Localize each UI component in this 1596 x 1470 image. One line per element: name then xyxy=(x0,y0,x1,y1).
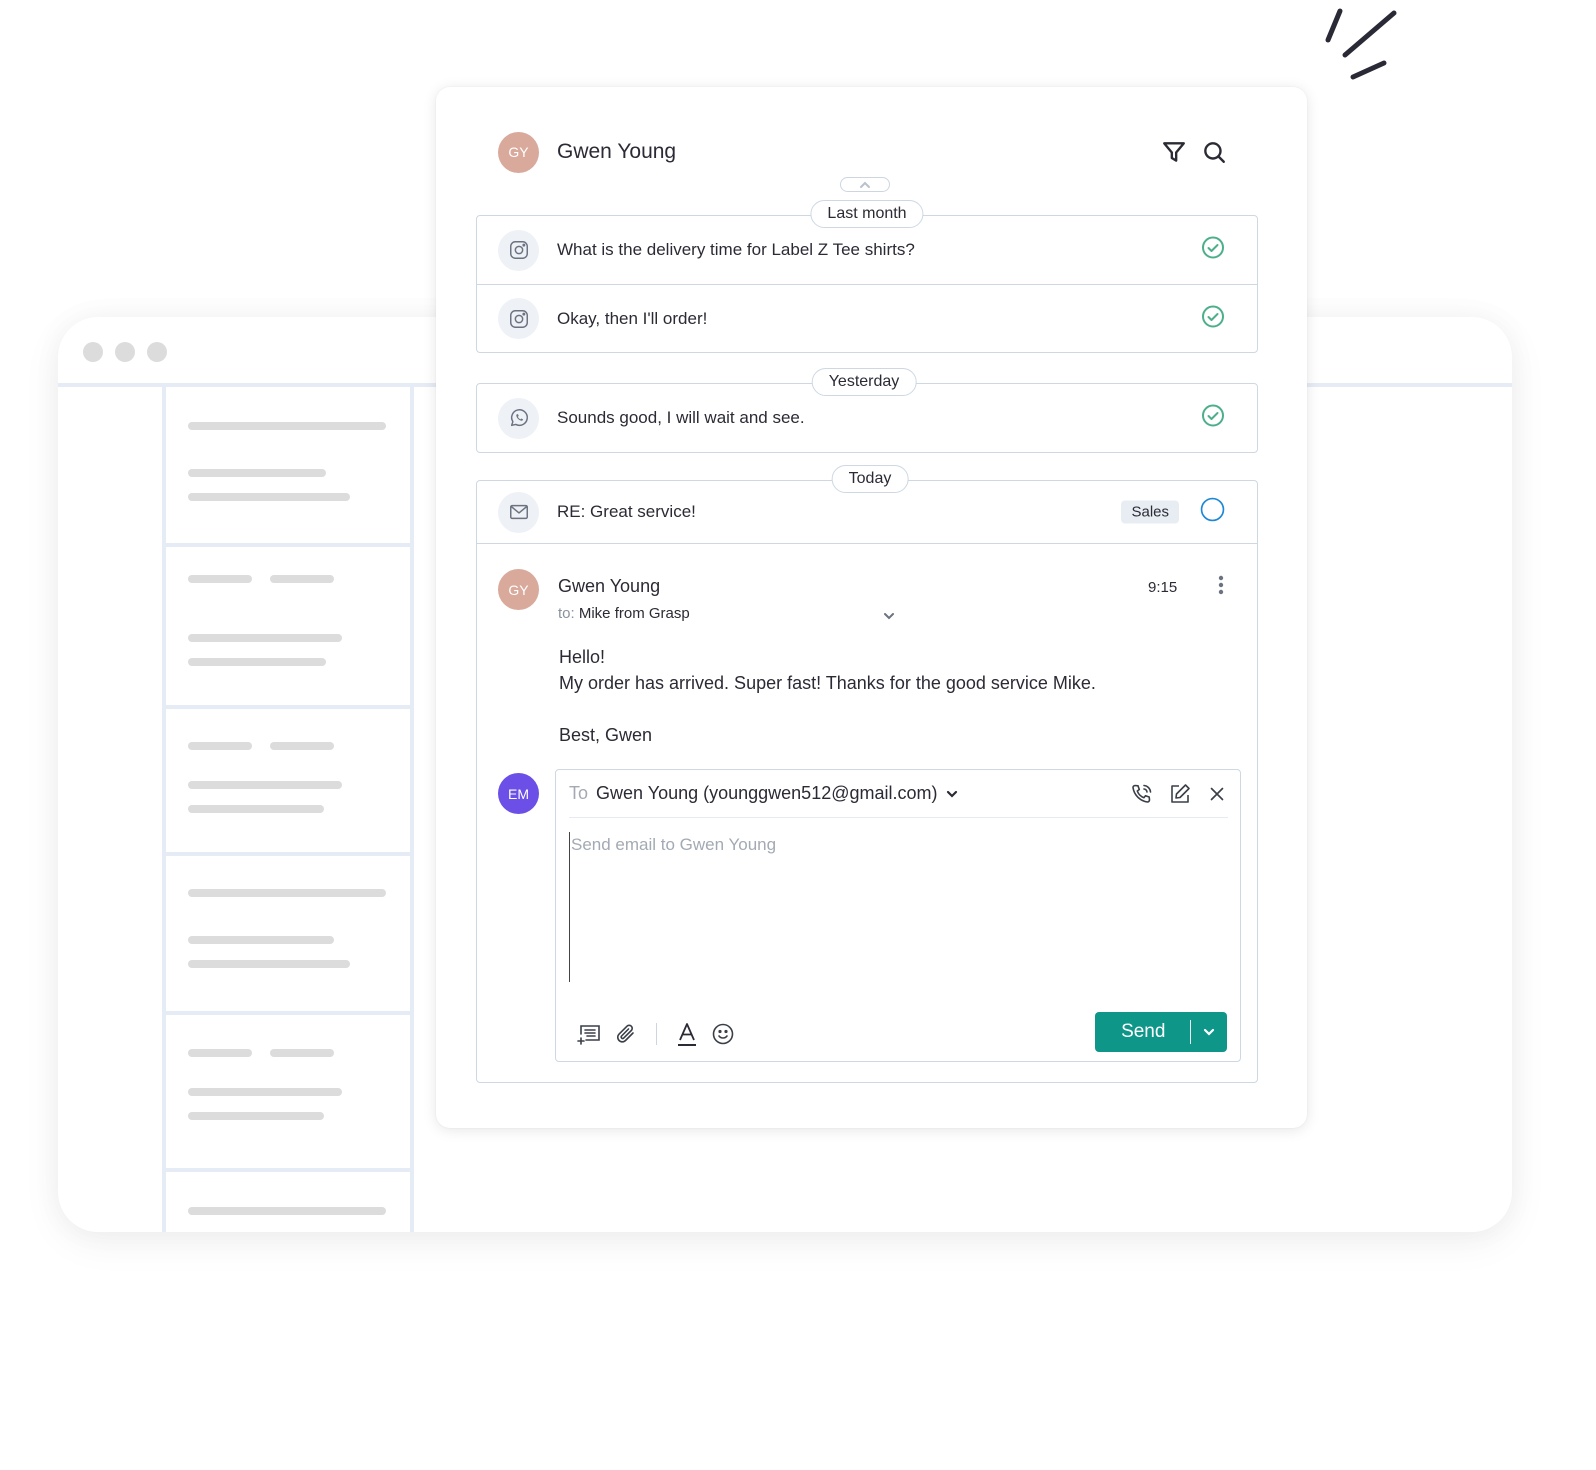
instagram-icon xyxy=(498,298,539,339)
load-older-button[interactable] xyxy=(840,177,890,192)
recipient-select[interactable]: Gwen Young (younggwen512@gmail.com) xyxy=(596,783,937,804)
chevron-down-icon[interactable] xyxy=(946,785,958,803)
placeholder-list-item[interactable] xyxy=(166,547,412,709)
open-status-icon[interactable] xyxy=(1200,497,1225,527)
email-body-line: My order has arrived. Super fast! Thanks… xyxy=(559,673,1096,693)
insert-template-icon[interactable] xyxy=(576,1022,602,1046)
text-format-icon[interactable] xyxy=(675,1021,699,1047)
edit-note-icon[interactable] xyxy=(1168,782,1192,806)
window-maximize-dot[interactable] xyxy=(147,342,167,362)
whatsapp-icon xyxy=(498,397,539,439)
reply-composer: To Gwen Young (younggwen512@gmail.com) S… xyxy=(555,769,1241,1062)
agent-avatar[interactable]: EM xyxy=(498,773,539,814)
close-icon[interactable] xyxy=(1206,783,1228,805)
email-body-line: Hello! xyxy=(559,647,606,667)
resolved-check-icon[interactable] xyxy=(1201,304,1225,333)
send-button-group: Send xyxy=(1095,1012,1227,1052)
conversation-header: GY Gwen Young xyxy=(498,131,1227,173)
placeholder-list-item[interactable] xyxy=(166,709,412,856)
message-row[interactable]: RE: Great service! Sales xyxy=(477,481,1257,543)
message-row[interactable]: What is the delivery time for Label Z Te… xyxy=(477,216,1257,284)
composer-toolbar xyxy=(576,1021,735,1047)
placeholder-list-item[interactable] xyxy=(166,856,412,1015)
chevron-up-icon xyxy=(860,181,870,188)
tag-badge[interactable]: Sales xyxy=(1121,500,1179,524)
contact-avatar[interactable]: GY xyxy=(498,131,539,173)
to-label: To xyxy=(569,783,589,803)
attachment-icon[interactable] xyxy=(614,1022,638,1046)
contact-name: Gwen Young xyxy=(557,140,677,163)
timeline-group: Today RE: Great service! Sales GY Gwen Y… xyxy=(476,465,1258,1083)
email-icon xyxy=(498,491,539,533)
email-body-input[interactable] xyxy=(569,832,1226,982)
email-sender: Gwen Young xyxy=(558,576,661,596)
to-label: to: xyxy=(558,605,575,622)
message-row[interactable]: Sounds good, I will wait and see. xyxy=(477,384,1257,452)
more-options-icon[interactable] xyxy=(1218,575,1224,600)
email-body-line xyxy=(559,696,1096,722)
filter-icon[interactable] xyxy=(1161,139,1187,165)
search-icon[interactable] xyxy=(1201,139,1227,165)
message-preview: Sounds good, I will wait and see. xyxy=(557,408,805,427)
timeline-group: Last month What is the delivery time for… xyxy=(476,200,1258,353)
email-recipient: to: Mike from Grasp xyxy=(558,605,690,622)
toolbar-divider xyxy=(656,1023,657,1045)
decorative-strokes-icon xyxy=(1325,8,1397,80)
message-preview: Okay, then I'll order! xyxy=(557,308,708,328)
sender-avatar[interactable]: GY xyxy=(498,569,539,610)
placeholder-list-item[interactable] xyxy=(166,387,412,547)
message-preview: What is the delivery time for Label Z Te… xyxy=(557,240,915,259)
send-button[interactable]: Send xyxy=(1095,1021,1190,1043)
send-options-chevron-icon[interactable] xyxy=(1191,1028,1227,1036)
emoji-icon[interactable] xyxy=(711,1022,735,1046)
chevron-down-icon[interactable] xyxy=(883,607,895,625)
window-minimize-dot[interactable] xyxy=(115,342,135,362)
resolved-check-icon[interactable] xyxy=(1201,236,1225,265)
recipient-row: To Gwen Young (younggwen512@gmail.com) xyxy=(569,770,1228,818)
placeholder-list xyxy=(166,387,412,1232)
resolved-check-icon[interactable] xyxy=(1201,404,1225,433)
email-body: Hello! My order has arrived. Super fast!… xyxy=(559,644,1096,748)
timeline-group: Yesterday Sounds good, I will wait and s… xyxy=(476,368,1258,453)
placeholder-list-item[interactable] xyxy=(166,1172,412,1232)
recipient-name: Mike from Grasp xyxy=(578,605,690,622)
email-body-line: Best, Gwen xyxy=(559,725,653,745)
conversation-panel: GY Gwen Young Last month What is the del… xyxy=(436,87,1307,1128)
phone-call-icon[interactable] xyxy=(1130,782,1154,806)
message-subject: RE: Great service! xyxy=(557,502,696,521)
window-close-dot[interactable] xyxy=(83,342,103,362)
message-row[interactable]: Okay, then I'll order! xyxy=(477,284,1257,352)
window-controls xyxy=(83,342,167,362)
email-time: 9:15 xyxy=(1148,579,1178,596)
instagram-icon xyxy=(498,229,539,271)
placeholder-list-item[interactable] xyxy=(166,1015,412,1172)
email-detail: GY Gwen Young to: Mike from Grasp 9:15 H… xyxy=(477,543,1257,1081)
